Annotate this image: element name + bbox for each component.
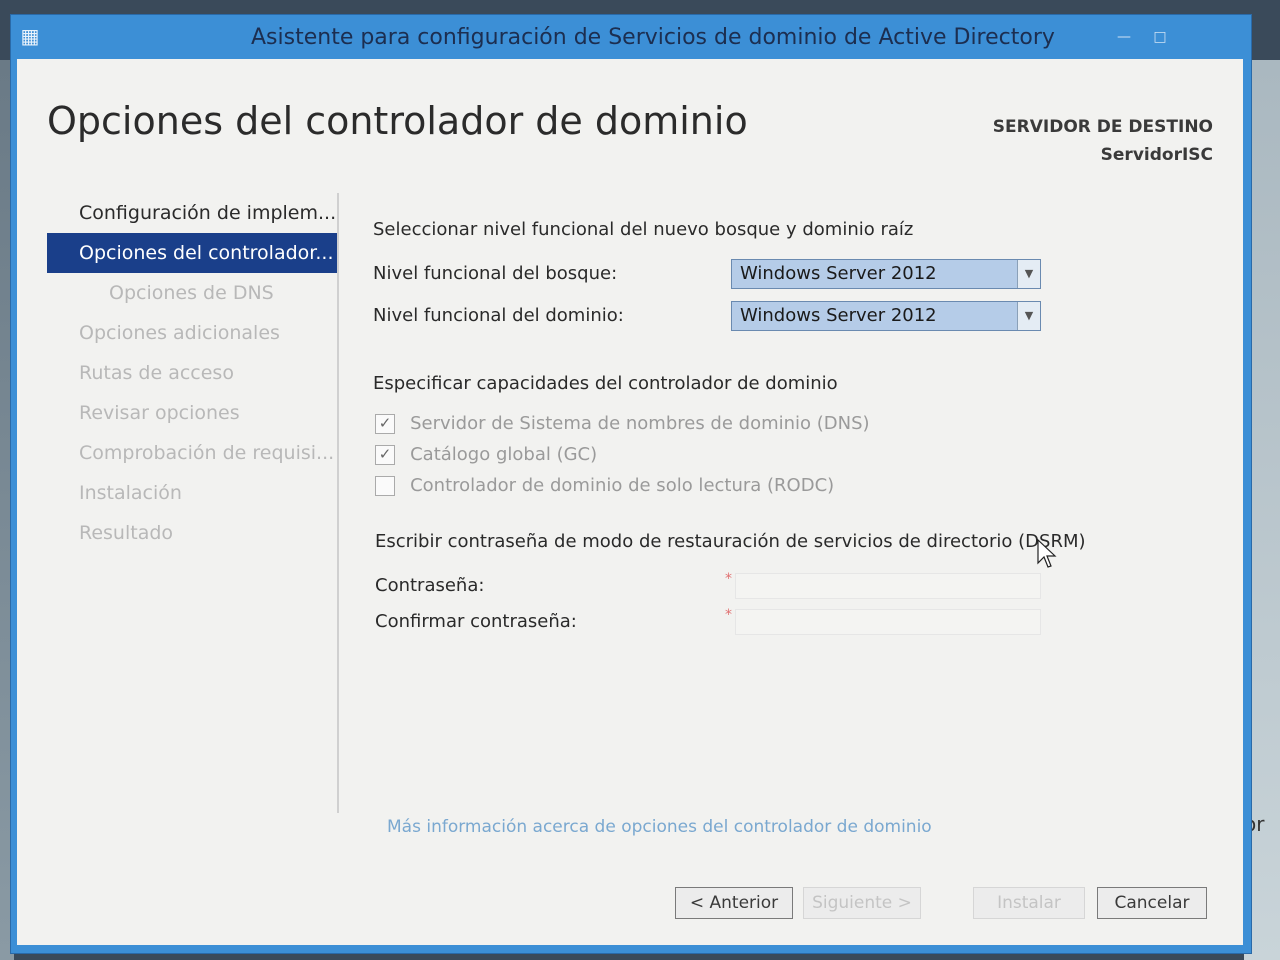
server-manager-icon: ▦ (20, 24, 40, 48)
dns-server-label: Servidor de Sistema de nombres de domini… (410, 413, 870, 434)
confirm-password-input[interactable] (735, 609, 1041, 635)
dns-server-checkbox[interactable]: ✓ (375, 413, 395, 434)
nav-item-prerequisites-check: Comprobación de requisi... (79, 442, 335, 464)
capabilities-heading: Especificar capacidades del controlador … (373, 373, 838, 394)
nav-item-results: Resultado (79, 522, 174, 544)
maximize-icon[interactable]: □ (1143, 25, 1177, 49)
rodc-label: Controlador de dominio de solo lectura (… (410, 475, 835, 496)
nav-item-dc-options[interactable]: Opciones del controlador... (47, 233, 337, 273)
more-info-link[interactable]: Más información acerca de opciones del c… (387, 817, 932, 837)
nav-item-dns-options: Opciones de DNS (109, 282, 274, 304)
wizard-client-area: Opciones del controlador de dominio SERV… (17, 59, 1243, 945)
nav-item-additional-options: Opciones adicionales (79, 322, 280, 344)
destination-server-label: SERVIDOR DE DESTINO (992, 117, 1213, 137)
cancel-button[interactable]: Cancelar (1097, 887, 1207, 919)
domain-level-dropdown[interactable]: Windows Server 2012 ▼ (731, 301, 1041, 331)
chevron-down-icon[interactable]: ▼ (1017, 302, 1040, 330)
forest-level-value: Windows Server 2012 (740, 263, 937, 284)
destination-server-name: ServidorISC (1100, 145, 1213, 165)
functional-level-heading: Seleccionar nivel funcional del nuevo bo… (373, 219, 914, 240)
page-title: Opciones del controlador de dominio (47, 99, 748, 143)
wizard-navigation: Configuración de implem... Opciones del … (47, 193, 339, 813)
dsrm-heading: Escribir contraseña de modo de restaurac… (375, 531, 1086, 552)
required-marker: * (725, 607, 732, 623)
window-title: Asistente para configuración de Servicio… (251, 25, 1055, 50)
dns-server-checkbox-row[interactable]: ✓ Servidor de Sistema de nombres de domi… (375, 413, 870, 437)
forest-level-dropdown[interactable]: Windows Server 2012 ▼ (731, 259, 1041, 289)
password-label: Contraseña: (375, 575, 485, 596)
previous-button[interactable]: < Anterior (675, 887, 793, 919)
nav-item-deployment-configuration[interactable]: Configuración de implem... (47, 193, 337, 233)
domain-level-value: Windows Server 2012 (740, 305, 937, 326)
rodc-checkbox-row[interactable]: Controlador de dominio de solo lectura (… (375, 475, 834, 499)
nav-item-installation: Instalación (79, 482, 182, 504)
chevron-down-icon[interactable]: ▼ (1017, 260, 1040, 288)
global-catalog-checkbox-row[interactable]: ✓ Catálogo global (GC) (375, 444, 597, 468)
required-marker: * (725, 571, 732, 587)
title-bar[interactable]: ▦ Asistente para configuración de Servic… (11, 15, 1251, 59)
password-input[interactable] (735, 573, 1041, 599)
rodc-checkbox[interactable] (375, 475, 395, 496)
confirm-password-label: Confirmar contraseña: (375, 611, 577, 632)
install-button[interactable]: Instalar (973, 887, 1085, 919)
minimize-icon[interactable]: — (1107, 25, 1141, 49)
mouse-cursor-icon (1037, 539, 1057, 568)
wizard-window: ▦ Asistente para configuración de Servic… (10, 14, 1252, 954)
forest-level-label: Nivel funcional del bosque: (373, 263, 618, 284)
nav-item-paths: Rutas de acceso (79, 362, 234, 384)
nav-item-review-options: Revisar opciones (79, 402, 240, 424)
global-catalog-label: Catálogo global (GC) (410, 444, 598, 465)
global-catalog-checkbox[interactable]: ✓ (375, 444, 395, 465)
next-button[interactable]: Siguiente > (803, 887, 921, 919)
domain-level-label: Nivel funcional del dominio: (373, 305, 624, 326)
